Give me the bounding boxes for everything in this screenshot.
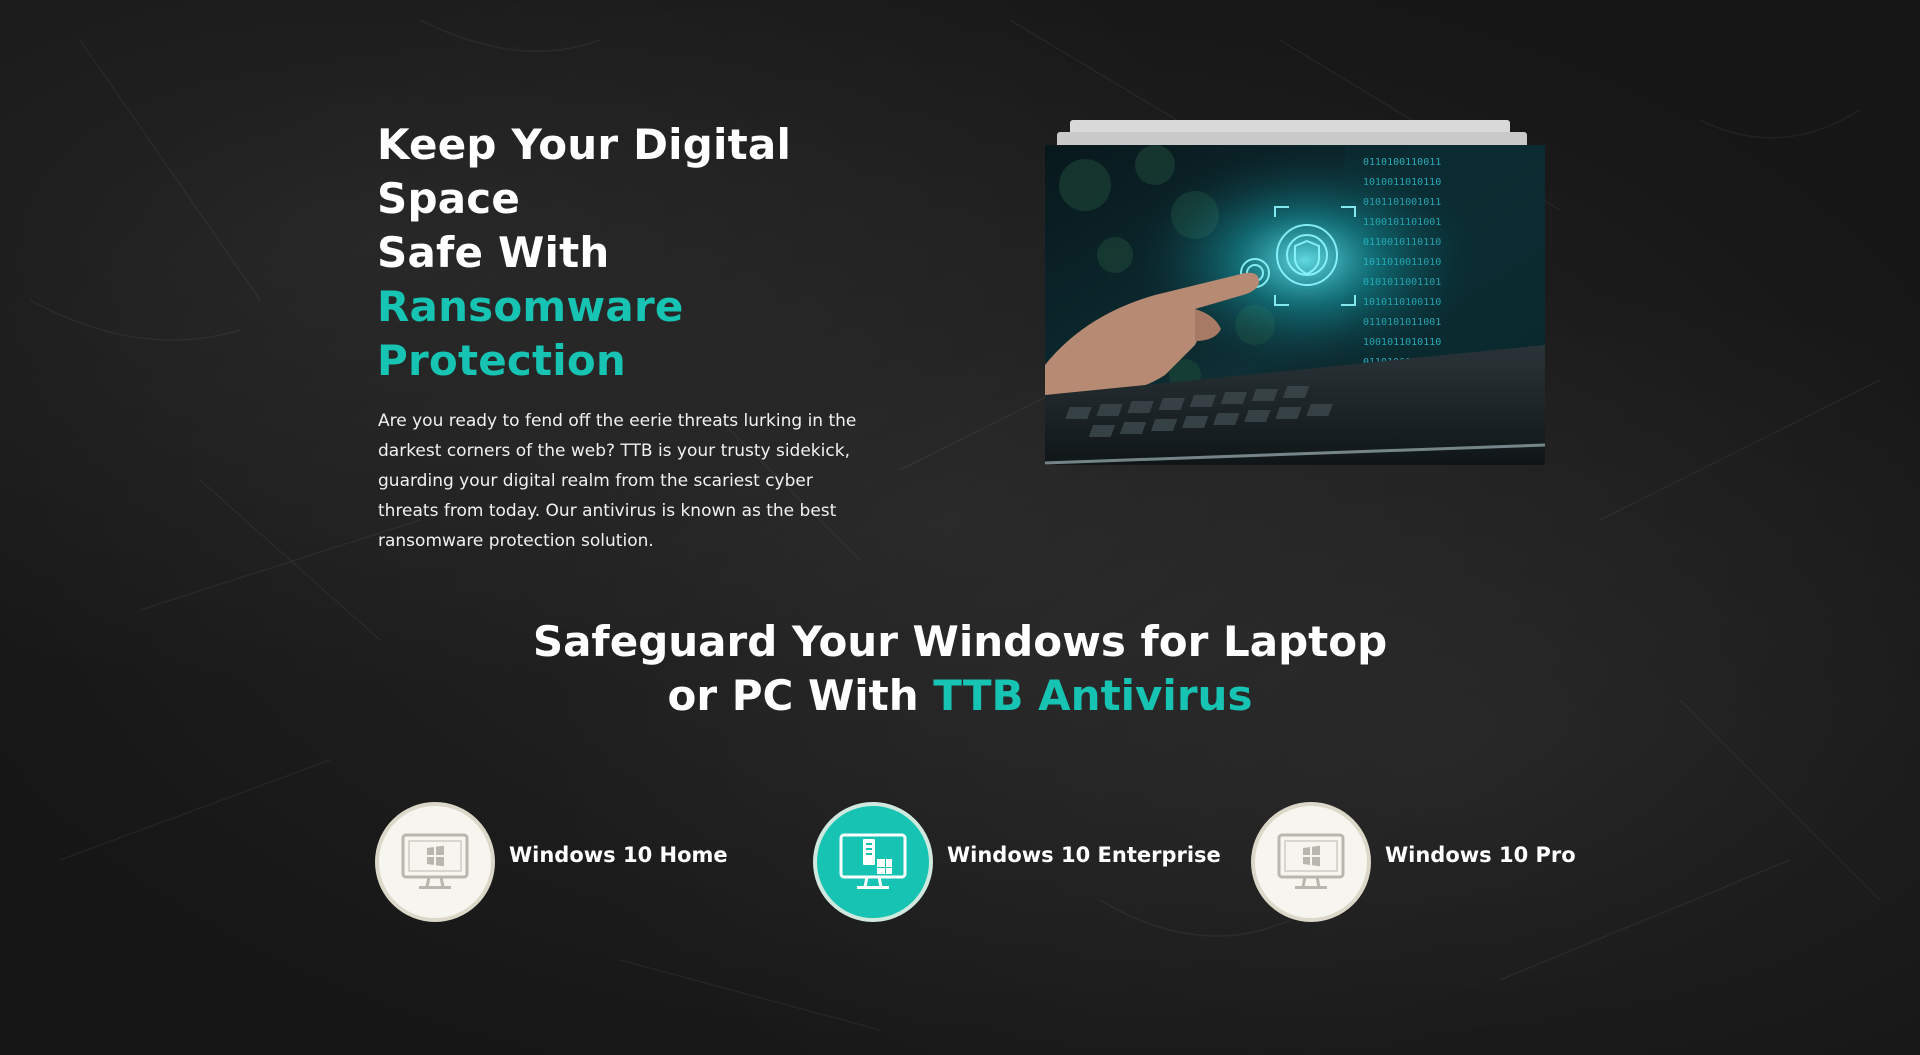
hero-title: Keep Your Digital Space Safe With Ransom… bbox=[377, 118, 877, 388]
hero-title-line1: Keep Your Digital Space bbox=[377, 120, 792, 223]
enterprise-monitor-icon bbox=[813, 802, 933, 922]
hero-title-line2: Safe With bbox=[377, 228, 610, 277]
edition-windows-10-pro[interactable]: Windows 10 Pro bbox=[1251, 802, 1576, 922]
windows-editions-list: Windows 10 Home Windows 10 Enterprise Wi… bbox=[375, 802, 1576, 922]
section-title-line2: or PC With bbox=[667, 671, 934, 720]
hero-text-block: Keep Your Digital Space Safe With Ransom… bbox=[377, 118, 877, 556]
edition-windows-10-home[interactable]: Windows 10 Home bbox=[375, 802, 728, 922]
edition-label: Windows 10 Home bbox=[509, 843, 728, 867]
image-stack-middle bbox=[1057, 132, 1527, 146]
windows-monitor-icon bbox=[375, 802, 495, 922]
hero-image-card: 0110100110011 1010011010110 010110100101… bbox=[1045, 120, 1545, 465]
hero-description: Are you ready to fend off the eerie thre… bbox=[378, 411, 857, 551]
hero-title-accent: Ransomware Protection bbox=[377, 282, 684, 385]
section-title-accent: TTB Antivirus bbox=[933, 671, 1253, 720]
edition-label: Windows 10 Enterprise bbox=[947, 843, 1221, 867]
section-title: Safeguard Your Windows for Laptop or PC … bbox=[460, 615, 1460, 723]
cyber-security-image: 0110100110011 1010011010110 010110100101… bbox=[1045, 145, 1545, 465]
edition-windows-10-enterprise[interactable]: Windows 10 Enterprise bbox=[813, 802, 1221, 922]
windows-monitor-icon bbox=[1251, 802, 1371, 922]
section-title-line1: Safeguard Your Windows for Laptop bbox=[532, 617, 1388, 666]
edition-label: Windows 10 Pro bbox=[1385, 843, 1576, 867]
